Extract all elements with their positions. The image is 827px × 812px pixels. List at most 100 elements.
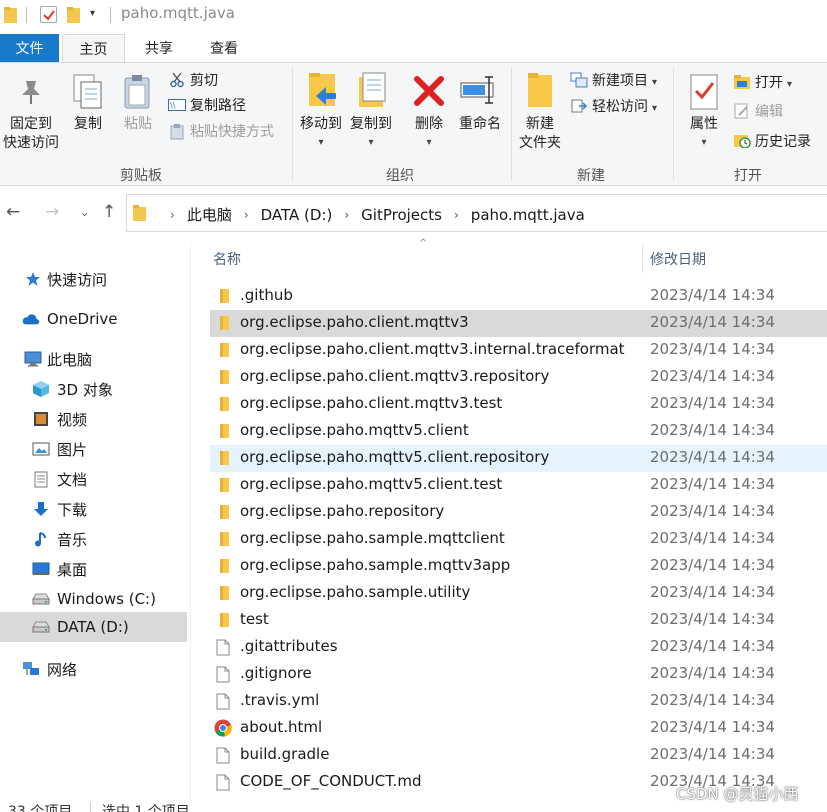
file-row[interactable]: org.eclipse.paho.mqttv5.client 2023/4/14 … [210, 418, 827, 445]
paste-shortcut-button[interactable]: 粘贴快捷方式 [190, 122, 274, 142]
file-row[interactable]: about.html 2023/4/14 14:34 [210, 715, 827, 742]
ribbon-tabs: 文件 主页 共享 查看 [0, 34, 827, 63]
new-folder-quick-icon[interactable] [67, 7, 80, 23]
copy-to-dropdown-icon[interactable]: ▾ [363, 133, 379, 152]
file-row[interactable]: build.gradle 2023/4/14 14:34 [210, 742, 827, 769]
drive-icon [32, 590, 50, 608]
new-item-button[interactable]: 新建项目 ▾ [592, 71, 657, 93]
breadcrumb-item[interactable]: 此电脑 [184, 204, 235, 225]
nav-item[interactable]: 3D 对象 [0, 374, 190, 404]
nav-item[interactable]: 快速访问 [0, 264, 190, 294]
file-row[interactable]: org.eclipse.paho.sample.mqttv3app 2023/4/… [210, 553, 827, 580]
file-row[interactable]: org.eclipse.paho.client.mqttv3.test 2023/… [210, 391, 827, 418]
forward-arrow-icon[interactable]: → [45, 202, 59, 222]
chevron-right-icon[interactable]: › [235, 208, 258, 222]
nav-item[interactable]: 网络 [0, 654, 190, 684]
cut-button[interactable]: 剪切 [190, 71, 218, 91]
chevron-right-icon[interactable]: › [335, 208, 358, 222]
easy-access-button[interactable]: 轻松访问 ▾ [592, 97, 657, 119]
file-row[interactable]: .gitignore 2023/4/14 14:34 [210, 661, 827, 688]
copy-to-icon [359, 72, 386, 107]
file-row[interactable]: org.eclipse.paho.client.mqttv3 2023/4/14 … [210, 310, 827, 337]
nav-item-label: Windows (C:) [57, 590, 156, 608]
new-item-label: 新建项目 [592, 73, 648, 89]
folder-icon [216, 612, 232, 628]
rename-button[interactable]: 重命名 [452, 115, 508, 134]
open-button[interactable]: 打开 ▾ [755, 73, 792, 95]
file-row[interactable]: .github 2023/4/14 14:34 [210, 283, 827, 310]
new-folder-button[interactable]: 新建 文件夹 [514, 115, 566, 153]
move-to-dropdown-icon[interactable]: ▾ [313, 133, 329, 152]
nav-item[interactable]: 桌面 [0, 554, 190, 584]
nav-item[interactable]: DATA (D:) [0, 612, 187, 642]
file-name: org.eclipse.paho.client.mqttv3.repositor… [240, 367, 550, 385]
history-button[interactable]: 历史记录 [755, 132, 811, 152]
recent-locations-dropdown-icon[interactable]: ⌄ [80, 206, 89, 219]
nav-item[interactable]: 文档 [0, 464, 190, 494]
breadcrumb-item[interactable]: GitProjects [358, 206, 445, 224]
delete-button[interactable]: 删除 [407, 115, 451, 134]
group-separator [292, 67, 293, 181]
edit-button[interactable]: 编辑 [755, 102, 783, 122]
column-header-name[interactable]: 名称 [213, 249, 241, 269]
file-row[interactable]: org.eclipse.paho.sample.utility 2023/4/14… [210, 580, 827, 607]
file-name: org.eclipse.paho.mqttv5.client [240, 421, 469, 439]
delete-dropdown-icon[interactable]: ▾ [421, 133, 437, 152]
drive-icon [32, 618, 50, 636]
item-count: 33 个项目 [8, 804, 73, 812]
column-header-date[interactable]: 修改日期 [650, 249, 706, 269]
nav-item[interactable]: 此电脑 [0, 344, 190, 374]
breadcrumb-item[interactable]: paho.mqtt.java [468, 206, 588, 224]
tab-share[interactable]: 共享 [128, 34, 190, 62]
file-date: 2023/4/14 14:34 [650, 691, 775, 709]
file-row[interactable]: .travis.yml 2023/4/14 14:34 [210, 688, 827, 715]
file-date: 2023/4/14 14:34 [650, 394, 775, 412]
up-arrow-icon[interactable]: ↑ [102, 202, 116, 222]
back-arrow-icon[interactable]: ← [6, 202, 20, 222]
file-row[interactable]: org.eclipse.paho.client.mqttv3.internal.… [210, 337, 827, 364]
breadcrumb-item[interactable]: DATA (D:) [258, 206, 336, 224]
properties-button[interactable]: 属性 [682, 115, 726, 134]
open-dropdown-icon: ▾ [787, 79, 793, 90]
quick-access-dropdown[interactable]: ▾ [90, 8, 95, 19]
file-row[interactable]: org.eclipse.paho.sample.mqttclient 2023/4… [210, 526, 827, 553]
nav-item[interactable]: 视频 [0, 404, 190, 434]
file-row[interactable]: org.eclipse.paho.client.mqttv3.repositor… [210, 364, 827, 391]
address-bar[interactable]: › 此电脑 › DATA (D:) › GitProjects › paho.mqtt.jav… [126, 194, 827, 232]
tab-home[interactable]: 主页 [62, 34, 125, 63]
tab-file[interactable]: 文件 [0, 34, 59, 62]
copy-to-button[interactable]: 复制到 [347, 115, 395, 134]
address-row: ← → ⌄ ↑ › 此电脑 › DATA (D:) › GitProjects › paho.… [0, 192, 827, 234]
nav-item[interactable]: OneDrive [0, 304, 190, 334]
move-to-icon [309, 73, 336, 106]
folder-icon[interactable] [4, 7, 17, 23]
file-row[interactable]: test 2023/4/14 14:34 [210, 607, 827, 634]
folder-icon [216, 288, 232, 304]
pane-divider[interactable] [190, 242, 191, 802]
nav-item[interactable]: 图片 [0, 434, 190, 464]
properties-dropdown-icon[interactable]: ▾ [696, 133, 712, 152]
paste-button[interactable]: 粘贴 [116, 115, 160, 134]
easy-access-dropdown-icon: ▾ [652, 103, 658, 114]
file-row[interactable]: org.eclipse.paho.mqttv5.client.test 2023/… [210, 472, 827, 499]
separator [90, 802, 91, 812]
properties-quick-icon[interactable] [40, 6, 57, 23]
copy-button[interactable]: 复制 [66, 115, 110, 134]
file-row[interactable]: org.eclipse.paho.repository 2023/4/14 14:… [210, 499, 827, 526]
move-to-button[interactable]: 移动到 [297, 115, 345, 134]
nav-item[interactable]: 下载 [0, 494, 190, 524]
column-divider[interactable] [642, 245, 643, 273]
file-row[interactable]: .gitattributes 2023/4/14 14:34 [210, 634, 827, 661]
tab-view[interactable]: 查看 [192, 34, 256, 62]
copy-path-button[interactable]: 复制路径 [190, 96, 246, 116]
nav-item[interactable]: Windows (C:) [0, 584, 190, 614]
file-row[interactable]: org.eclipse.paho.mqttv5.client.repositor… [210, 445, 827, 472]
pin-to-quick-access-button[interactable]: 固定到 快速访问 [2, 115, 60, 153]
chevron-right-icon[interactable]: › [161, 208, 184, 222]
ribbon: 固定到 快速访问 复制 粘贴 剪切 \\ 复制路径 粘贴快捷方式 剪贴板 移动到… [0, 62, 827, 186]
nav-item-label: 视频 [57, 410, 88, 429]
chrome-icon [214, 719, 232, 737]
folder-icon [216, 369, 232, 385]
chevron-right-icon[interactable]: › [445, 208, 468, 222]
nav-item[interactable]: 音乐 [0, 524, 190, 554]
